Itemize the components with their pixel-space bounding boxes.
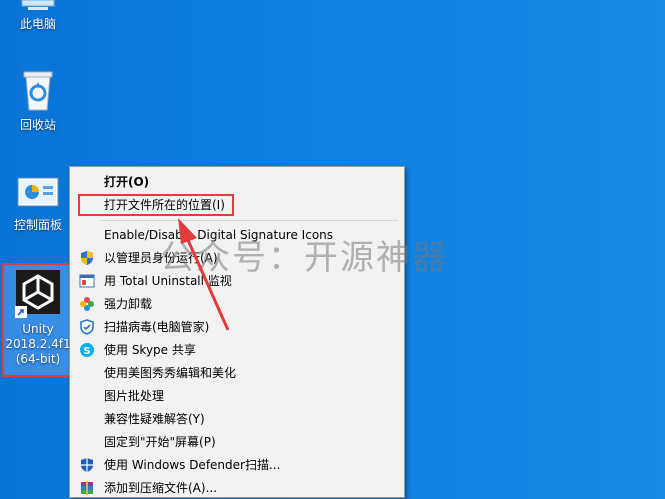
menu-item-force-uninstall[interactable]: 强力卸载 (70, 293, 402, 315)
uninstall-icon (80, 297, 94, 311)
desktop-icon-label: 控制面板 (13, 218, 62, 232)
highlight-box (78, 194, 234, 216)
skype-icon: S (80, 343, 94, 357)
watermark: 公众号：开源神器 (160, 238, 448, 278)
menu-item-pin-to-start[interactable]: 固定到"开始"屏幕(P) (70, 431, 402, 453)
menu-item-label: 图片批处理 (104, 389, 165, 403)
total-uninstall-icon (79, 274, 95, 288)
menu-item-label: 使用美图秀秀编辑和美化 (104, 366, 237, 380)
menu-item-meitu-edit[interactable]: 使用美图秀秀编辑和美化 (70, 362, 402, 384)
desktop-icon-label: 回收站 (19, 118, 56, 132)
menu-item-label: 固定到"开始"屏幕(P) (104, 435, 216, 449)
desktop-icon-control-panel[interactable]: 控制面板 (3, 176, 73, 233)
menu-item-add-to-archive[interactable]: 添加到压缩文件(A)... (70, 477, 402, 499)
desktop-icon-label-line-1: Unity (22, 322, 54, 336)
svg-text:S: S (83, 346, 90, 357)
menu-item-open[interactable]: 打开(O) (70, 171, 402, 193)
uac-shield-icon (81, 251, 93, 265)
menu-item-label: 兼容性疑难解答(Y) (104, 412, 205, 426)
menu-item-scan-virus[interactable]: 扫描病毒(电脑管家) (70, 316, 402, 338)
desktop-icon-label-line-2: 2018.2.4f1 (5, 337, 71, 351)
shortcut-arrow-icon (15, 306, 27, 318)
computer-icon (21, 0, 55, 10)
desktop-icon-label: 此电脑 (19, 17, 56, 31)
menu-item-label: 打开(O) (104, 175, 150, 189)
menu-item-defender-scan[interactable]: 使用 Windows Defender扫描... (70, 454, 402, 476)
scan-shield-icon (80, 319, 94, 335)
desktop-icon-label-line-3: (64-bit) (15, 352, 61, 366)
control-panel-icon (17, 177, 59, 207)
menu-item-label: 使用 Skype 共享 (104, 343, 196, 357)
menu-separator (100, 220, 398, 221)
menu-item-label: 扫描病毒(电脑管家) (104, 320, 210, 334)
defender-icon (81, 458, 93, 472)
desktop-icon-recycle-bin[interactable]: 回收站 (3, 68, 73, 133)
menu-item-compatibility[interactable]: 兼容性疑难解答(Y) (70, 408, 402, 430)
menu-item-label: 强力卸载 (104, 297, 153, 311)
recycle-bin-icon (23, 71, 53, 111)
menu-item-label: 添加到压缩文件(A)... (104, 481, 218, 495)
menu-item-skype-share[interactable]: S 使用 Skype 共享 (70, 339, 402, 361)
menu-item-label: 使用 Windows Defender扫描... (104, 458, 281, 472)
desktop-icon-this-pc[interactable]: 此电脑 (3, 0, 73, 32)
desktop-icon-unity[interactable]: Unity 2018.2.4f1 (64-bit) (3, 270, 73, 367)
menu-item-batch-images[interactable]: 图片批处理 (70, 385, 402, 407)
